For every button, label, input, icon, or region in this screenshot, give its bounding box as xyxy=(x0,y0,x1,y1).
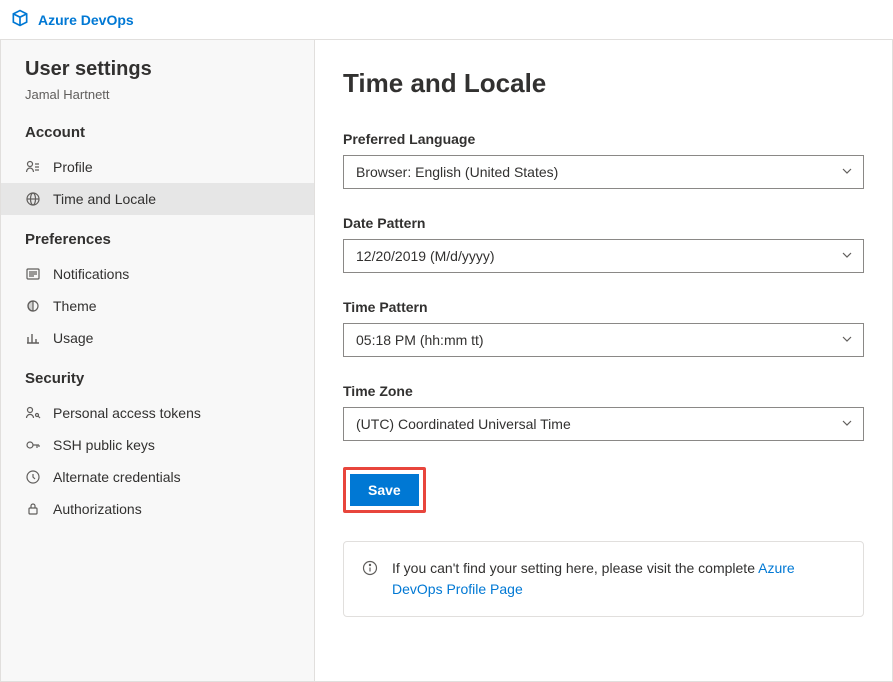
brand-text: Azure DevOps xyxy=(38,12,134,28)
save-highlight-annotation: Save xyxy=(343,467,426,513)
time-pattern-value: 05:18 PM (hh:mm tt) xyxy=(356,332,484,348)
info-icon xyxy=(362,560,378,576)
timezone-value: (UTC) Coordinated Universal Time xyxy=(356,416,571,432)
info-text: If you can't find your setting here, ple… xyxy=(392,560,758,576)
nav-item-label: Alternate credentials xyxy=(53,469,181,485)
time-pattern-label: Time Pattern xyxy=(343,299,864,315)
timezone-select[interactable]: (UTC) Coordinated Universal Time xyxy=(343,407,864,441)
nav-item-usage[interactable]: Usage xyxy=(1,322,314,354)
nav-item-label: Usage xyxy=(53,330,93,346)
chevron-down-icon xyxy=(841,332,853,348)
info-callout: If you can't find your setting here, ple… xyxy=(343,541,864,617)
nav-item-label: Profile xyxy=(53,159,93,175)
nav-item-time-locale[interactable]: Time and Locale xyxy=(1,183,314,215)
credentials-icon xyxy=(25,469,41,485)
nav-item-label: Notifications xyxy=(53,266,129,282)
date-pattern-label: Date Pattern xyxy=(343,215,864,231)
main-content: Time and Locale Preferred Language Brows… xyxy=(315,40,892,681)
nav-item-theme[interactable]: Theme xyxy=(1,290,314,322)
nav-item-pat[interactable]: Personal access tokens xyxy=(1,397,314,429)
usage-icon xyxy=(25,330,41,346)
nav-item-notifications[interactable]: Notifications xyxy=(1,258,314,290)
date-pattern-select[interactable]: 12/20/2019 (M/d/yyyy) xyxy=(343,239,864,273)
nav-item-authorizations[interactable]: Authorizations xyxy=(1,493,314,525)
nav-item-label: SSH public keys xyxy=(53,437,155,453)
page-title: Time and Locale xyxy=(343,68,864,99)
nav-item-label: Time and Locale xyxy=(53,191,156,207)
token-icon xyxy=(25,405,41,421)
save-button[interactable]: Save xyxy=(350,474,419,506)
sidebar: User settings Jamal Hartnett Account Pro… xyxy=(1,40,315,681)
globe-icon xyxy=(25,191,41,207)
azure-devops-icon xyxy=(10,8,30,31)
date-pattern-value: 12/20/2019 (M/d/yyyy) xyxy=(356,248,495,264)
brand-logo[interactable]: Azure DevOps xyxy=(10,8,134,31)
theme-icon xyxy=(25,298,41,314)
nav-section-security: Security xyxy=(1,370,314,387)
info-text-container: If you can't find your setting here, ple… xyxy=(392,558,845,600)
nav-section-preferences: Preferences xyxy=(1,231,314,248)
nav-item-ssh[interactable]: SSH public keys xyxy=(1,429,314,461)
notifications-icon xyxy=(25,266,41,282)
profile-icon xyxy=(25,159,41,175)
nav-item-alt-creds[interactable]: Alternate credentials xyxy=(1,461,314,493)
lock-icon xyxy=(25,501,41,517)
topbar: Azure DevOps xyxy=(0,0,893,40)
chevron-down-icon xyxy=(841,164,853,180)
language-label: Preferred Language xyxy=(343,131,864,147)
chevron-down-icon xyxy=(841,248,853,264)
sidebar-title: User settings xyxy=(1,58,314,81)
timezone-label: Time Zone xyxy=(343,383,864,399)
language-value: Browser: English (United States) xyxy=(356,164,558,180)
nav-item-label: Theme xyxy=(53,298,97,314)
ssh-key-icon xyxy=(25,437,41,453)
nav-item-label: Authorizations xyxy=(53,501,142,517)
chevron-down-icon xyxy=(841,416,853,432)
time-pattern-select[interactable]: 05:18 PM (hh:mm tt) xyxy=(343,323,864,357)
nav-section-account: Account xyxy=(1,124,314,141)
sidebar-subtitle: Jamal Hartnett xyxy=(1,87,314,102)
language-select[interactable]: Browser: English (United States) xyxy=(343,155,864,189)
nav-item-label: Personal access tokens xyxy=(53,405,201,421)
nav-item-profile[interactable]: Profile xyxy=(1,151,314,183)
